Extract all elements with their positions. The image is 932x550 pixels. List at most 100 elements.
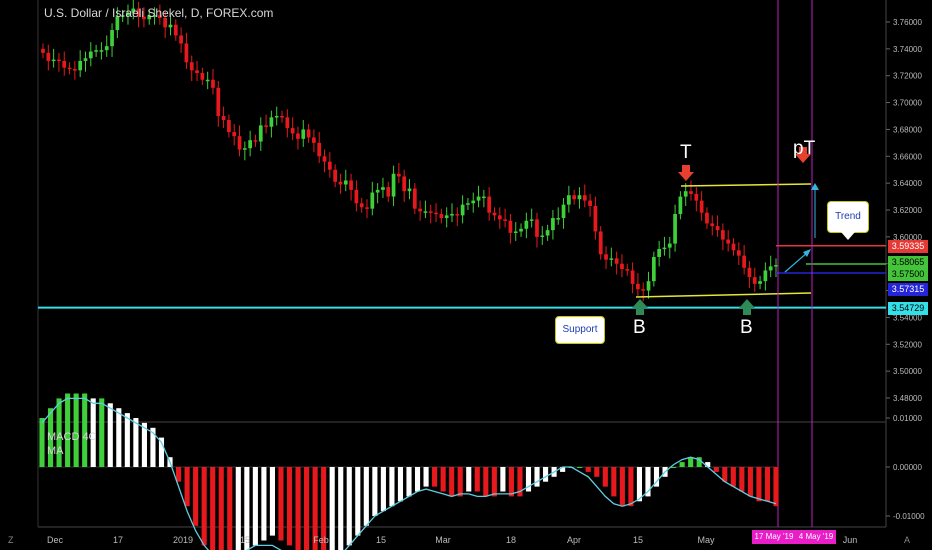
candle-body [232,132,237,137]
candle-body [556,218,561,220]
candle-body [248,140,253,149]
macd-bar [483,467,489,497]
candle-body [519,228,523,232]
candle-body [205,79,210,82]
candle-body [290,128,295,134]
candle-body [508,220,513,233]
candle-body [264,125,268,127]
candle-body [450,214,454,216]
macd-bar [730,467,736,487]
candle-body [593,205,598,232]
candle-body [242,148,247,150]
macd-bar [534,467,540,487]
chart-canvas[interactable]: 3.76000 3.74000 3.72000 3.70000 3.68000 3.660… [0,0,932,550]
bottom-arrow-1-stem [636,308,644,315]
candle-body [487,196,492,213]
top-arrow-stem [682,165,690,172]
macd-bar [628,467,634,507]
candle-body [774,265,778,267]
candle-body [513,231,518,233]
candle-body [678,196,683,215]
candle-body [662,247,667,250]
macd-bar [739,467,745,492]
macd-bar [184,467,190,507]
candle-body [476,196,481,201]
macd-bar [380,467,386,512]
candle-body [200,73,205,80]
candle-body [566,195,571,205]
macd-bar [346,467,352,546]
candle-body [657,248,662,257]
macd-tick-label: 0.01000 [893,414,922,423]
macd-bar [286,467,293,546]
macd-bar [133,418,139,467]
candle-body [721,230,725,240]
macd-bar [338,467,344,550]
candle-body [375,189,380,193]
macd-bar [210,467,216,550]
zoom-icon[interactable]: Z [8,535,14,545]
candle-body [439,214,444,219]
time-tick-label: 15 [633,535,643,545]
macd-bar [671,467,677,468]
candle-body [110,30,114,47]
candle-body [216,87,221,116]
time-tick-label: Dec [47,535,64,545]
bottom-label-2: B [740,317,753,338]
candle-body [689,191,693,194]
candle-body [529,219,534,221]
candle-body [237,136,242,150]
candle-body [673,214,677,244]
top-arrow-head [678,172,694,181]
candle-body [545,230,550,236]
candle-body [646,281,651,291]
bottom-label-1: B [633,317,646,338]
support-callout[interactable]: Support [555,316,605,344]
candle-body [57,59,61,62]
macd-bar [594,467,600,477]
macd-indicator-name[interactable]: MACD 4C [47,431,97,443]
candle-body [428,211,433,213]
macd-bar [278,467,284,541]
candle-body [349,180,353,190]
projected-top-label: pT [793,138,816,159]
candle-body [327,161,332,170]
candle-body [455,214,460,216]
grid-lines [37,0,887,528]
macd-bar [713,467,719,472]
candle-body [343,180,348,185]
candle-body [726,239,731,244]
macd-bar [329,467,335,550]
macd-bar [372,467,378,516]
trend-callout[interactable]: Trend [827,201,869,240]
candle-body [301,129,306,139]
macd-bar [542,467,549,482]
auto-scale-button[interactable]: A [904,535,910,545]
price-badge-green-2: 3.57500 [888,268,928,281]
candle-body [699,200,704,213]
candle-body [598,231,603,255]
candle-body [269,117,274,127]
candle-body [497,215,502,220]
candle-body [338,181,343,185]
candle-body [402,176,407,192]
bottom-arrow-2-stem [743,308,751,315]
candle-body [280,116,284,118]
candle-body [179,35,183,44]
macd-bar [457,467,463,497]
candle-body [365,207,369,209]
candle-body [423,211,428,213]
candle-body [630,270,635,284]
trend-arrow-line [784,251,809,273]
candle-body [460,204,465,216]
candle-body [466,203,470,205]
macd-bar [577,467,583,468]
price-badge-blue: 3.57315 [888,283,928,296]
candle-body [51,59,56,62]
candle-body [370,192,375,209]
macd-bar [295,467,301,550]
candle-body [285,117,290,129]
macd-bar [201,467,207,546]
candle-body [354,189,359,204]
candle-body [67,67,72,70]
